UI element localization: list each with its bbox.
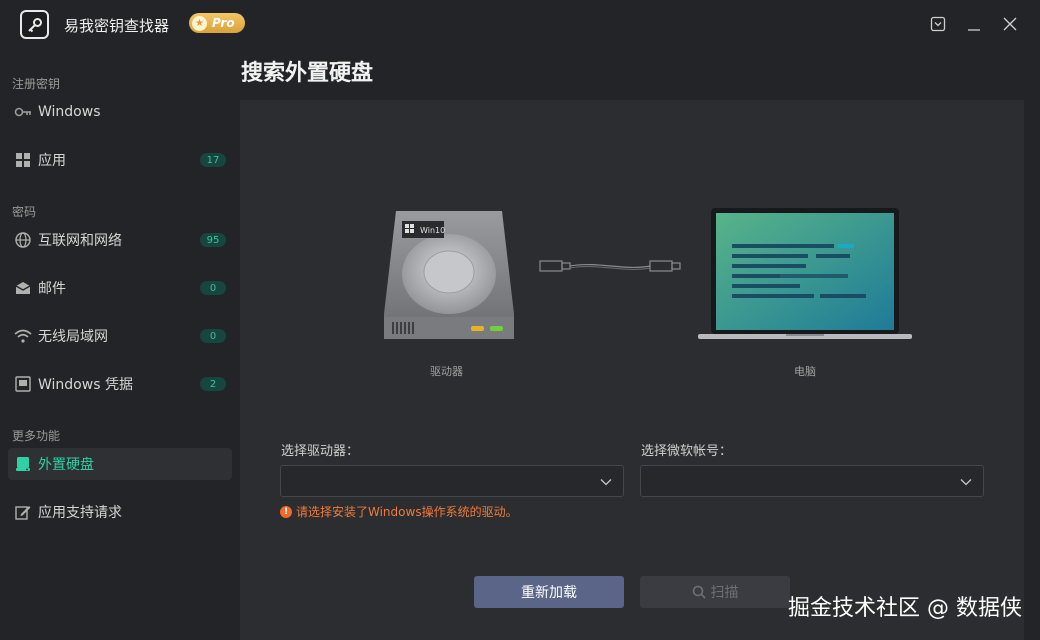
pro-badge-label: Pro — [212, 16, 235, 30]
warning-icon: ! — [280, 505, 292, 518]
reload-button-label: 重新加载 — [521, 585, 577, 601]
monitor-icon — [14, 375, 32, 393]
edit-icon — [14, 503, 32, 521]
sidebar-item-label: 应用支持请求 — [38, 505, 122, 521]
sidebar-item-label: 外置硬盘 — [38, 457, 94, 473]
laptop-illustration-icon — [698, 208, 912, 339]
chevron-down-icon — [600, 479, 612, 486]
microsoft-account-select[interactable] — [640, 465, 984, 497]
drive-os-badge: Win10 — [420, 226, 445, 235]
sidebar-item-apps[interactable]: 应用 17 — [8, 144, 232, 176]
warning-text: 请选择安装了Windows操作系统的驱动。 — [296, 505, 518, 519]
app-title: 易我密钥查找器 — [64, 17, 170, 35]
count-badge: 95 — [200, 233, 226, 247]
external-drive-icon — [14, 455, 32, 473]
pc-caption: 电脑 — [794, 365, 816, 378]
scan-button[interactable]: 扫描 — [640, 576, 790, 608]
pro-badge[interactable]: ★ Pro — [189, 13, 245, 33]
reload-button[interactable]: 重新加载 — [474, 576, 624, 608]
minimize-icon — [968, 29, 980, 31]
sidebar: 注册密钥 Windows 应用 17 密码 互联网和网络 95 邮件 0 无线局… — [0, 60, 240, 620]
page-title: 搜索外置硬盘 — [241, 61, 374, 86]
count-badge: 0 — [200, 281, 226, 295]
count-badge: 0 — [200, 329, 226, 343]
wifi-icon — [14, 327, 32, 345]
section-label-license-keys: 注册密钥 — [12, 77, 61, 91]
title-bar: 易我密钥查找器 ★ Pro — [0, 0, 1040, 50]
scan-button-label: 扫描 — [710, 585, 739, 601]
sidebar-item-windows[interactable]: Windows — [8, 96, 232, 128]
count-badge: 17 — [200, 153, 226, 167]
drive-select-label: 选择驱动器： — [281, 444, 360, 459]
sidebar-item-label: Windows — [38, 104, 101, 120]
close-button[interactable] — [1000, 14, 1020, 34]
minimize-button[interactable] — [964, 14, 984, 34]
section-label-more-features: 更多功能 — [12, 429, 61, 443]
app-key-logo-icon — [20, 10, 49, 39]
hard-drive-illustration-icon: Win10 — [384, 211, 514, 339]
sidebar-item-windows-credentials[interactable]: Windows 凭据 2 — [8, 368, 232, 400]
sidebar-item-label: 互联网和网络 — [38, 233, 122, 249]
window-menu-button[interactable] — [928, 14, 948, 34]
search-icon — [692, 585, 706, 599]
mail-icon — [14, 279, 32, 297]
drive-caption: 驱动器 — [430, 365, 463, 378]
sidebar-item-mail[interactable]: 邮件 0 — [8, 272, 232, 304]
usb-cable-icon — [539, 260, 681, 272]
sidebar-item-label: 无线局域网 — [38, 329, 108, 345]
sidebar-item-label: 邮件 — [38, 281, 66, 297]
drive-select[interactable] — [280, 465, 624, 497]
sidebar-item-label: 应用 — [38, 153, 66, 169]
key-icon — [14, 103, 32, 121]
sidebar-item-label: Windows 凭据 — [38, 377, 133, 393]
sidebar-item-app-support-request[interactable]: 应用支持请求 — [8, 496, 232, 528]
sidebar-item-wifi[interactable]: 无线局域网 0 — [8, 320, 232, 352]
account-select-label: 选择微软帐号： — [641, 444, 733, 459]
globe-icon — [14, 231, 32, 249]
count-badge: 2 — [200, 377, 226, 391]
sidebar-item-external-drive[interactable]: 外置硬盘 — [8, 448, 232, 480]
section-label-passwords: 密码 — [12, 205, 37, 219]
apps-grid-icon — [14, 151, 32, 169]
drive-warning: ! 请选择安装了Windows操作系统的驱动。 — [280, 503, 518, 520]
sidebar-item-internet[interactable]: 互联网和网络 95 — [8, 224, 232, 256]
dropdown-square-icon — [930, 16, 946, 32]
main-panel — [240, 100, 1024, 640]
close-icon — [1003, 17, 1017, 31]
watermark: 掘金技术社区 @ 数据侠 — [788, 596, 1022, 621]
star-icon: ★ — [192, 15, 207, 31]
chevron-down-icon — [960, 479, 972, 486]
